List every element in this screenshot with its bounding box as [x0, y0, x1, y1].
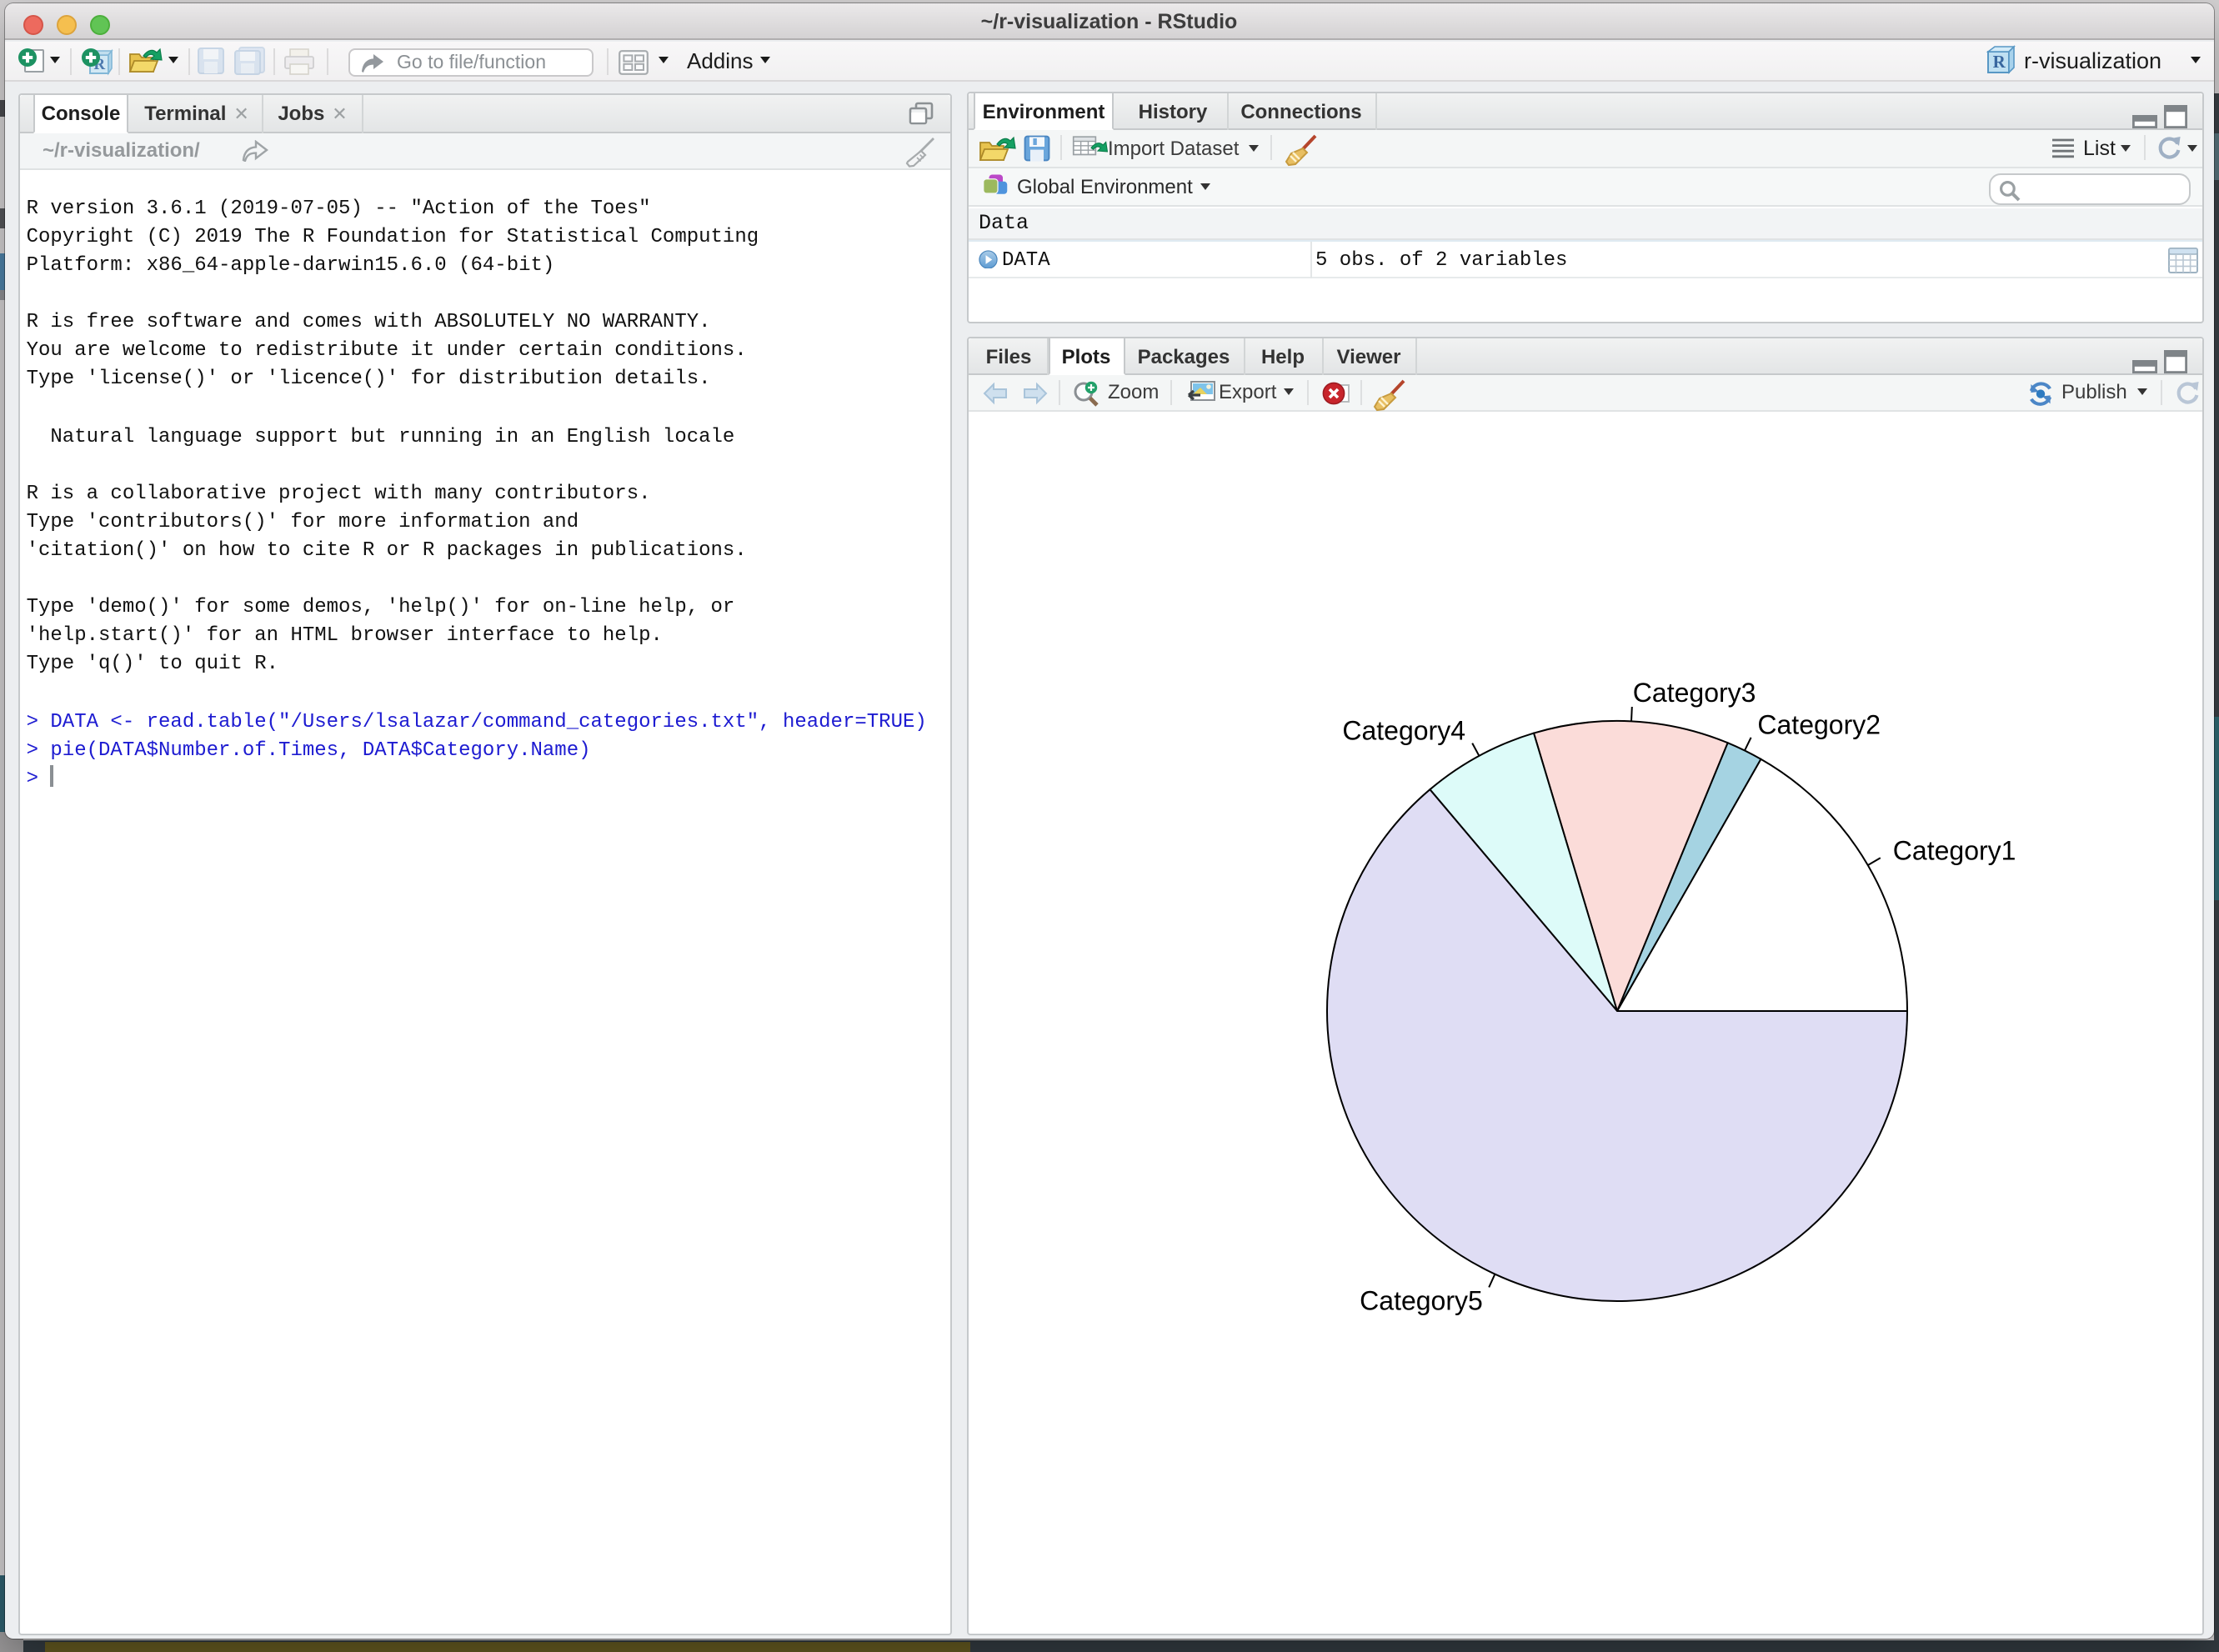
svg-text:Category2: Category2: [1758, 709, 1881, 739]
svg-text:R: R: [1993, 52, 2006, 72]
svg-text:Category3: Category3: [1633, 677, 1756, 707]
svg-text:Category5: Category5: [1360, 1285, 1484, 1315]
svg-text:Category4: Category4: [1343, 715, 1466, 745]
svg-text:Category1: Category1: [1893, 835, 2016, 865]
